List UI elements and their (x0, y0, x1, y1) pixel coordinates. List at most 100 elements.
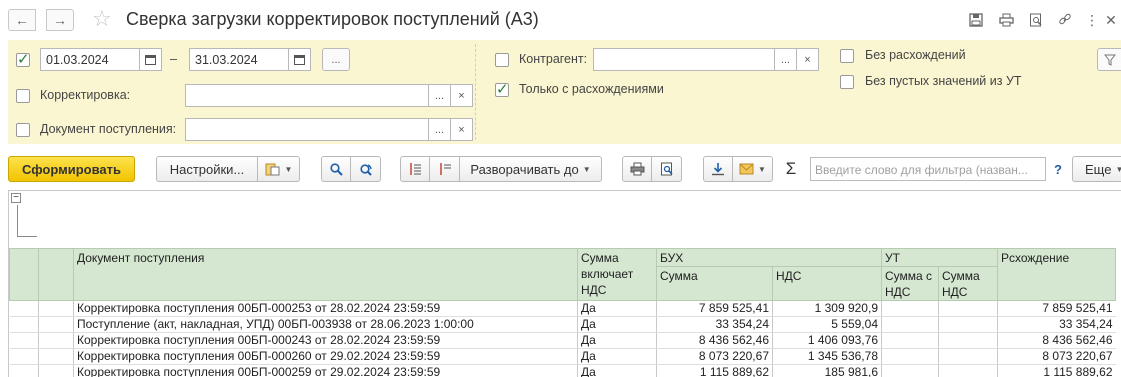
expand-to-button[interactable]: Разворачивать до ▼ (460, 156, 602, 182)
counterparty-field[interactable] (593, 48, 775, 71)
period-from-field[interactable]: 01.03.2024 (40, 48, 140, 71)
receipt-doc-clear-button[interactable]: × (451, 118, 473, 141)
print-preview-button[interactable] (652, 156, 682, 182)
cell-blank[interactable] (9, 332, 39, 349)
cell-diff[interactable]: 7 859 525,41 (997, 300, 1116, 317)
no-discrepancies-checkbox[interactable] (840, 49, 854, 63)
no-empty-ut-checkbox[interactable] (840, 75, 854, 89)
collapse-group-icon[interactable]: − (11, 193, 21, 203)
dropdown-arrow-icon: ▼ (284, 164, 293, 174)
preview-icon[interactable] (1026, 10, 1046, 30)
cell-buh-vat[interactable]: 1 309 920,9 (772, 300, 882, 317)
correction-clear-button[interactable]: × (451, 84, 473, 107)
expand-all-button[interactable] (400, 156, 430, 182)
counterparty-clear-button[interactable]: × (797, 48, 819, 71)
counterparty-select-button[interactable]: ... (775, 48, 797, 71)
forward-button[interactable]: → (46, 9, 74, 31)
cell-sum-incl-vat[interactable]: Да (577, 332, 657, 349)
close-icon[interactable]: ✕ (1101, 10, 1121, 30)
settings-button[interactable]: Настройки... (156, 156, 258, 182)
cell-doc[interactable]: Корректировка поступления 00БП-000259 от… (73, 364, 578, 377)
variants-button[interactable]: ▼ (258, 156, 300, 182)
generate-button[interactable]: Сформировать (8, 156, 135, 182)
cell-blank[interactable] (38, 300, 74, 317)
period-checkbox[interactable] (16, 50, 30, 68)
cell-diff[interactable]: 1 115 889,62 (997, 364, 1116, 377)
cell-buh-sum[interactable]: 8 073 220,67 (656, 348, 773, 365)
counterparty-checkbox[interactable] (495, 53, 509, 67)
period-to-field[interactable]: 31.03.2024 (189, 48, 289, 71)
print-icon[interactable] (996, 10, 1016, 30)
cell-blank[interactable] (38, 316, 74, 333)
link-icon[interactable] (1055, 10, 1075, 30)
cell-diff[interactable]: 8 073 220,67 (997, 348, 1116, 365)
cell-ut-vat[interactable] (938, 348, 998, 365)
cell-ut-sum-vat[interactable] (881, 348, 939, 365)
correction-select-button[interactable]: ... (429, 84, 451, 107)
cell-blank[interactable] (38, 348, 74, 365)
more-vertical-icon[interactable]: ⋮ (1082, 10, 1102, 30)
cell-buh-sum[interactable]: 1 115 889,62 (656, 364, 773, 377)
save-icon[interactable] (966, 10, 986, 30)
cell-blank[interactable] (9, 364, 39, 377)
cell-buh-vat[interactable]: 5 559,04 (772, 316, 882, 333)
find-next-button[interactable] (351, 156, 381, 182)
cell-diff[interactable]: 8 436 562,46 (997, 332, 1116, 349)
period-from-calendar-button[interactable] (140, 48, 162, 71)
cell-ut-sum-vat[interactable] (881, 300, 939, 317)
sum-button[interactable]: Σ (780, 156, 802, 182)
cell-blank[interactable] (38, 364, 74, 377)
table-row[interactable]: Корректировка поступления 00БП-000253 от… (9, 300, 1116, 317)
find-button[interactable] (321, 156, 351, 182)
cell-blank[interactable] (9, 348, 39, 365)
cell-sum-incl-vat[interactable]: Да (577, 348, 657, 365)
table-row[interactable]: Корректировка поступления 00БП-000243 от… (9, 332, 1116, 349)
only-discrepancies-checkbox[interactable] (495, 80, 509, 98)
table-row[interactable]: Корректировка поступления 00БП-000260 от… (9, 348, 1116, 365)
report-area[interactable]: − Документ поступления Сумма включает НД… (8, 190, 1121, 377)
cell-buh-vat[interactable]: 1 406 093,76 (772, 332, 882, 349)
cell-buh-vat[interactable]: 185 981,6 (772, 364, 882, 377)
cell-buh-vat[interactable]: 1 345 536,78 (772, 348, 882, 365)
cell-ut-vat[interactable] (938, 364, 998, 377)
receipt-doc-checkbox[interactable] (16, 123, 30, 137)
collapse-all-button[interactable] (430, 156, 460, 182)
cell-ut-vat[interactable] (938, 332, 998, 349)
cell-diff[interactable]: 33 354,24 (997, 316, 1116, 333)
more-button[interactable]: Еще ▼ (1072, 156, 1121, 182)
cell-sum-incl-vat[interactable]: Да (577, 316, 657, 333)
cell-doc[interactable]: Поступление (акт, накладная, УПД) 00БП-0… (73, 316, 578, 333)
correction-field[interactable] (185, 84, 429, 107)
favorite-star-icon[interactable]: ☆ (92, 6, 112, 32)
print-button[interactable] (622, 156, 652, 182)
cell-buh-sum[interactable]: 8 436 562,46 (656, 332, 773, 349)
back-button[interactable]: ← (8, 9, 36, 31)
period-to-calendar-button[interactable] (289, 48, 311, 71)
cell-blank[interactable] (9, 300, 39, 317)
cell-sum-incl-vat[interactable]: Да (577, 364, 657, 377)
cell-ut-vat[interactable] (938, 316, 998, 333)
cell-blank[interactable] (38, 332, 74, 349)
cell-doc[interactable]: Корректировка поступления 00БП-000243 от… (73, 332, 578, 349)
correction-checkbox[interactable] (16, 89, 30, 103)
cell-buh-sum[interactable]: 7 859 525,41 (656, 300, 773, 317)
help-button[interactable]: ? (1049, 156, 1067, 182)
filter-settings-button[interactable] (1097, 48, 1121, 71)
receipt-doc-select-button[interactable]: ... (429, 118, 451, 141)
table-row[interactable]: Корректировка поступления 00БП-000259 от… (9, 364, 1116, 377)
cell-doc[interactable]: Корректировка поступления 00БП-000260 от… (73, 348, 578, 365)
search-input[interactable]: Введите слово для фильтра (назван... (810, 157, 1046, 181)
cell-ut-sum-vat[interactable] (881, 332, 939, 349)
cell-ut-sum-vat[interactable] (881, 316, 939, 333)
cell-buh-sum[interactable]: 33 354,24 (656, 316, 773, 333)
period-select-button[interactable]: ... (322, 48, 350, 71)
cell-ut-sum-vat[interactable] (881, 364, 939, 377)
cell-blank[interactable] (9, 316, 39, 333)
receipt-doc-field[interactable] (185, 118, 429, 141)
table-row[interactable]: Поступление (акт, накладная, УПД) 00БП-0… (9, 316, 1116, 333)
cell-ut-vat[interactable] (938, 300, 998, 317)
save-to-file-button[interactable] (703, 156, 733, 182)
cell-sum-incl-vat[interactable]: Да (577, 300, 657, 317)
send-email-button[interactable]: ▼ (733, 156, 773, 182)
cell-doc[interactable]: Корректировка поступления 00БП-000253 от… (73, 300, 578, 317)
